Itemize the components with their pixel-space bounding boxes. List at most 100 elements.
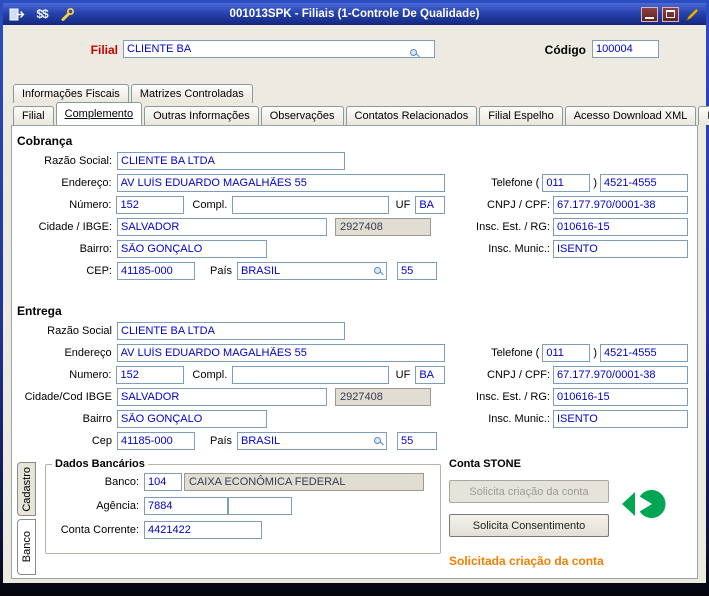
uf-label: UF: [395, 199, 411, 211]
compl-input[interactable]: [232, 196, 390, 214]
conta-corrente-label: Conta Corrente:: [60, 524, 139, 536]
tab-outras-informacoes[interactable]: Outras Informações: [144, 106, 259, 125]
cnpj-label: CNPJ / CPF:: [487, 369, 550, 381]
insc-mun-input[interactable]: [553, 240, 688, 258]
edit-pencil-icon[interactable]: [683, 6, 701, 22]
codigo-label: Código: [544, 43, 586, 57]
tab-acesso-download-xml[interactable]: Acesso Download XML: [564, 106, 697, 125]
insc-est-input[interactable]: [553, 218, 688, 236]
agencia-input[interactable]: [144, 497, 228, 515]
window-title: 001013SPK - Filiais (1-Controle De Quali…: [229, 8, 480, 20]
banco-codigo-input[interactable]: [144, 473, 182, 491]
insc-mun-label: Insc. Munic.:: [488, 413, 550, 425]
section-title: Entrega: [17, 304, 62, 318]
vertical-tabbar: Cadastro Banco: [17, 462, 37, 578]
telefone-input[interactable]: [600, 174, 688, 192]
field-row: Cidade/Cod IBGE 2927408 Insc. Est. / RG:: [17, 386, 692, 408]
exit-icon[interactable]: [8, 6, 26, 22]
tab-observacoes[interactable]: Observações: [260, 106, 344, 125]
insc-est-label: Insc. Est. / RG:: [476, 391, 550, 403]
compl-input[interactable]: [232, 366, 390, 384]
insc-mun-label: Insc. Munic.:: [488, 243, 550, 255]
filial-input[interactable]: [123, 40, 435, 58]
banco-nome-readonly: CAIXA ECONÔMICA FEDERAL: [184, 473, 424, 491]
dados-bancarios-group: Dados Bancários Banco: CAIXA ECONÔMICA F…: [45, 458, 441, 554]
telefone-input[interactable]: [600, 344, 688, 362]
insc-est-group: Insc. Est. / RG:: [444, 388, 692, 406]
razao-social-label: Razão Social: [47, 325, 112, 337]
pais-input[interactable]: [237, 432, 387, 450]
endereco-input[interactable]: [116, 344, 446, 362]
tab-matrizes-controladas[interactable]: Matrizes Controladas: [130, 84, 253, 103]
lookup-icon[interactable]: [374, 436, 383, 446]
pais-input[interactable]: [237, 262, 387, 280]
lookup-icon[interactable]: [374, 266, 383, 276]
endereco-input[interactable]: [116, 174, 446, 192]
endereco-label: Endereço: [64, 347, 112, 359]
tab-content-complemento: Cobrança Razão Social: Endereço: Telefon…: [11, 125, 698, 579]
ddi-input[interactable]: [397, 432, 437, 450]
vtab-banco[interactable]: Banco: [17, 519, 36, 575]
field-row: Conta Corrente:: [52, 518, 434, 542]
telefone-group: Telefone ( ): [445, 344, 692, 362]
conta-corrente-input[interactable]: [144, 521, 262, 539]
bairro-input[interactable]: [117, 410, 267, 428]
wrench-icon[interactable]: [58, 6, 76, 22]
telefone-ddd-input[interactable]: [542, 174, 591, 192]
stone-status-text: Solicitada criação da conta: [449, 554, 604, 568]
lookup-icon[interactable]: [410, 48, 419, 58]
endereco-label: Endereço:: [61, 177, 112, 189]
ddi-input[interactable]: [397, 262, 437, 280]
uf-input[interactable]: [415, 196, 446, 214]
section-banco: Cadastro Banco Dados Bancários Banco: CA…: [17, 458, 692, 580]
solicita-criacao-button[interactable]: Solicita criação da conta: [449, 480, 609, 503]
dados-bancarios-title: Dados Bancários: [55, 458, 145, 470]
cidade-label: Cidade/Cod IBGE: [24, 391, 112, 403]
cidade-input[interactable]: [117, 388, 327, 406]
telefone-ddd-input[interactable]: [542, 344, 591, 362]
banco-label: Banco:: [104, 476, 139, 488]
cidade-label: Cidade / IBGE:: [38, 221, 112, 233]
section-entrega: Entrega Razão Social Endereço Telefone (…: [17, 302, 692, 452]
tab-log[interactable]: Log: [698, 106, 709, 125]
solicita-consentimento-button[interactable]: Solicita Consentimento: [449, 514, 609, 537]
window-body: Filial Código Informações Fiscais Matriz…: [3, 25, 709, 583]
tab-filial-espelho[interactable]: Filial Espelho: [479, 106, 563, 125]
field-row: Número: Compl. UF CNPJ / CPF:: [17, 194, 692, 216]
cep-input[interactable]: [117, 262, 195, 280]
tab-complemento[interactable]: Complemento: [55, 102, 143, 125]
tab-informacoes-fiscais[interactable]: Informações Fiscais: [13, 84, 129, 103]
numero-input[interactable]: [116, 366, 185, 384]
agencia-digito-input[interactable]: [228, 497, 292, 515]
tab-contatos-relacionados[interactable]: Contatos Relacionados: [345, 106, 478, 125]
ibge-readonly: 2927408: [335, 218, 431, 236]
razao-social-input[interactable]: [117, 322, 345, 340]
paren-open: (: [535, 347, 540, 359]
pais-label: País: [209, 265, 232, 277]
agencia-label: Agência:: [96, 500, 139, 512]
minimize-icon[interactable]: [641, 6, 658, 22]
insc-est-label: Insc. Est. / RG:: [476, 221, 550, 233]
cnpj-input[interactable]: [553, 366, 688, 384]
cidade-input[interactable]: [117, 218, 327, 236]
bairro-input[interactable]: [117, 240, 267, 258]
insc-est-input[interactable]: [553, 388, 688, 406]
razao-social-label: Razão Social:: [44, 155, 112, 167]
cep-label: Cep: [91, 435, 112, 447]
insc-mun-input[interactable]: [553, 410, 688, 428]
field-row: Agência:: [52, 494, 434, 518]
money-icon[interactable]: $$: [33, 6, 51, 22]
field-row: Bairro Insc. Munic.:: [17, 408, 692, 430]
maximize-icon[interactable]: [662, 6, 679, 22]
uf-input[interactable]: [415, 366, 446, 384]
ibge-readonly: 2927408: [335, 388, 431, 406]
numero-input[interactable]: [116, 196, 185, 214]
codigo-input[interactable]: [592, 40, 659, 58]
razao-social-input[interactable]: [117, 152, 345, 170]
tabbar-main: Filial Complemento Outras Informações Ob…: [13, 102, 709, 125]
vtab-cadastro[interactable]: Cadastro: [17, 462, 36, 516]
cep-input[interactable]: [117, 432, 195, 450]
cnpj-input[interactable]: [553, 196, 688, 214]
telefone-group: Telefone ( ): [445, 174, 692, 192]
tab-filial[interactable]: Filial: [13, 106, 54, 125]
